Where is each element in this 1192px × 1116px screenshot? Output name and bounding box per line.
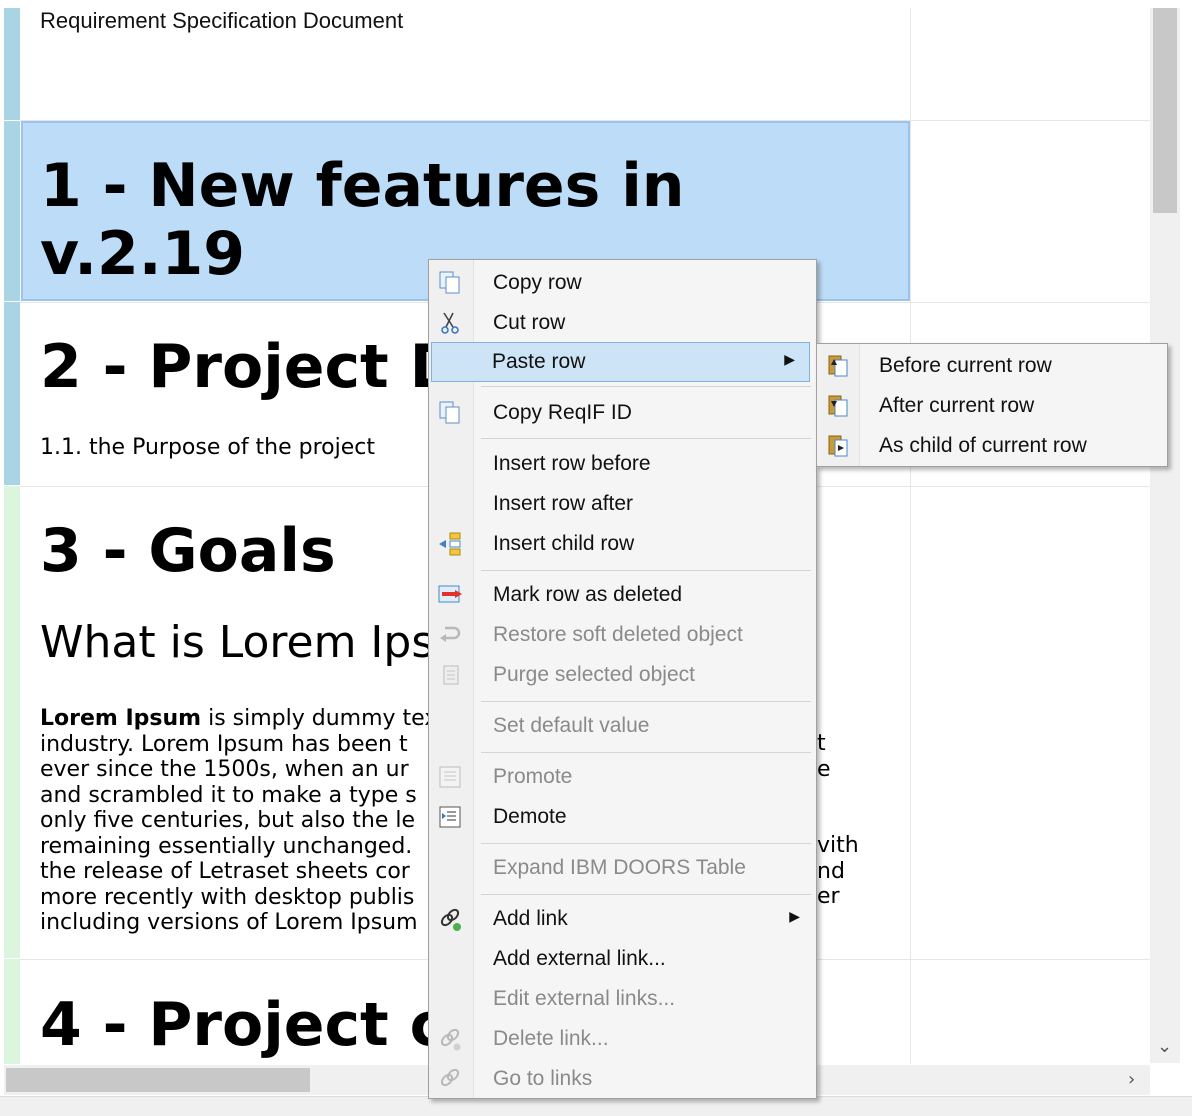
- submenu-before-current-row[interactable]: Before current row: [819, 347, 1165, 385]
- menu-cut-row[interactable]: Cut row: [431, 304, 814, 342]
- row-bar-2: [4, 302, 20, 485]
- menu-add-external-link[interactable]: Add external link...: [431, 940, 814, 978]
- demote-icon: [439, 806, 461, 828]
- scroll-down-arrow-icon[interactable]: ⌄: [1157, 1036, 1172, 1057]
- menu-insert-child-row[interactable]: Insert child row: [431, 525, 814, 563]
- row-bar-1: [4, 121, 20, 301]
- paragraph-tail-6: nd: [817, 859, 845, 884]
- paragraph-tail-5: vith: [817, 833, 859, 858]
- menu-restore-soft-deleted[interactable]: Restore soft deleted object: [431, 616, 814, 654]
- menu-copy-reqif-id[interactable]: Copy ReqIF ID: [431, 394, 814, 432]
- menu-insert-row-after[interactable]: Insert row after: [431, 485, 814, 523]
- horizontal-scroll-thumb[interactable]: [6, 1068, 310, 1092]
- mark-deleted-icon: [438, 585, 462, 603]
- scissors-icon: [441, 312, 459, 334]
- promote-icon: [439, 766, 461, 788]
- paste-before-icon: [828, 355, 848, 377]
- menu-go-to-links[interactable]: Go to links: [431, 1060, 814, 1098]
- vertical-scroll-thumb[interactable]: [1153, 8, 1177, 213]
- menu-promote[interactable]: Promote: [431, 758, 814, 796]
- row-2-subtext: 1.1. the Purpose of the project: [40, 435, 376, 460]
- menu-purge-selected[interactable]: Purge selected object: [431, 656, 814, 694]
- row-bar-4: [4, 959, 20, 1064]
- menu-expand-doors-table[interactable]: Expand IBM DOORS Table: [431, 849, 814, 887]
- paste-after-icon: [828, 395, 848, 417]
- paragraph-tail-1: t: [817, 731, 826, 756]
- menu-add-link[interactable]: Add link ▶: [431, 900, 814, 938]
- copy-icon: [439, 271, 460, 294]
- paragraph-bold: Lorem Ipsum: [40, 706, 202, 731]
- copy-icon: [439, 401, 460, 424]
- menu-copy-row[interactable]: Copy row: [431, 264, 814, 302]
- paste-submenu: Before current row After current row As …: [816, 343, 1168, 467]
- submenu-after-current-row[interactable]: After current row: [819, 387, 1165, 425]
- row-3-heading: 3 - Goals: [40, 516, 336, 586]
- row-bar-title: [4, 8, 20, 120]
- menu-demote[interactable]: Demote: [431, 798, 814, 836]
- context-menu: Copy row Cut row Paste row ▶ Copy ReqIF …: [428, 259, 817, 1099]
- paste-child-icon: [828, 435, 848, 457]
- row-4-heading: 4 - Project c: [40, 990, 446, 1060]
- menu-edit-external-links[interactable]: Edit external links...: [431, 980, 814, 1018]
- menu-mark-row-deleted[interactable]: Mark row as deleted: [431, 576, 814, 614]
- row-bar-3: [4, 486, 20, 958]
- submenu-arrow-icon: ▶: [784, 352, 795, 368]
- row-3-subheading: What is Lorem Ips: [40, 617, 435, 668]
- menu-set-default-value[interactable]: Set default value: [431, 707, 814, 745]
- link-delete-icon: [440, 1028, 461, 1051]
- insert-child-icon: [439, 532, 461, 556]
- paragraph-tail-2: e: [817, 757, 831, 782]
- submenu-arrow-icon: ▶: [789, 909, 800, 925]
- menu-delete-link[interactable]: Delete link...: [431, 1020, 814, 1058]
- row-1-heading-line2: v.2.19: [40, 219, 246, 289]
- row-1-heading: 1 - New features in: [40, 151, 685, 221]
- scroll-right-arrow-icon[interactable]: ›: [1128, 1069, 1135, 1090]
- menu-paste-row[interactable]: Paste row ▶: [431, 342, 810, 382]
- paragraph-tail-7: er: [817, 884, 840, 909]
- link-add-icon: [440, 908, 461, 931]
- document-title: Requirement Specification Document: [40, 8, 404, 33]
- link-goto-icon: [440, 1068, 460, 1087]
- purge-icon: [443, 665, 459, 685]
- restore-icon: [440, 626, 461, 642]
- status-strip: [0, 1096, 1192, 1116]
- menu-insert-row-before[interactable]: Insert row before: [431, 445, 814, 483]
- row-2-heading: 2 - Project D: [40, 332, 460, 402]
- submenu-as-child-of-current-row[interactable]: As child of current row: [819, 427, 1165, 465]
